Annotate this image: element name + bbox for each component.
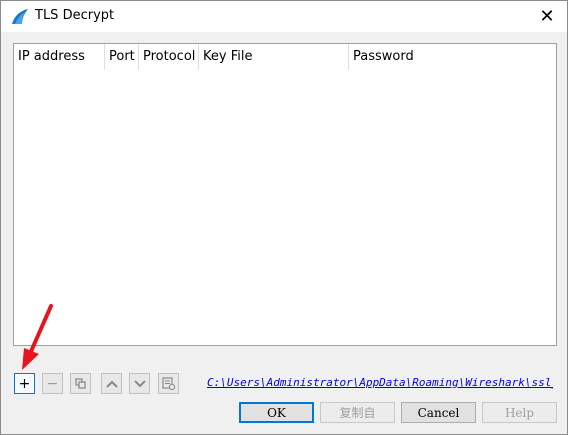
column-header-key-file[interactable]: Key File bbox=[199, 44, 349, 70]
close-button[interactable]: ✕ bbox=[536, 5, 558, 27]
close-icon: ✕ bbox=[539, 5, 555, 27]
remove-entry-button[interactable]: − bbox=[42, 373, 63, 394]
column-header-ip-address[interactable]: IP address bbox=[14, 44, 105, 70]
clear-list-button[interactable] bbox=[158, 373, 179, 394]
move-up-button[interactable] bbox=[101, 373, 122, 394]
window-title: TLS Decrypt bbox=[35, 8, 115, 23]
chevron-up-icon bbox=[105, 380, 118, 388]
column-header-protocol[interactable]: Protocol bbox=[139, 44, 199, 70]
tls-keys-table[interactable]: IP address Port Protocol Key File Passwo… bbox=[13, 43, 557, 346]
copy-from-button[interactable]: 复制自 bbox=[320, 402, 395, 423]
chevron-down-icon bbox=[133, 379, 146, 387]
copy-entry-button[interactable] bbox=[70, 373, 91, 394]
minus-icon: − bbox=[46, 375, 59, 392]
help-button[interactable]: Help bbox=[482, 402, 557, 423]
annotation-arrow bbox=[22, 304, 53, 370]
ok-button[interactable]: OK bbox=[239, 402, 314, 423]
plus-icon: + bbox=[18, 375, 31, 392]
clear-list-icon bbox=[162, 377, 175, 390]
copy-icon bbox=[75, 378, 86, 389]
move-down-button[interactable] bbox=[129, 373, 150, 394]
cancel-button[interactable]: Cancel bbox=[401, 402, 476, 423]
column-header-password[interactable]: Password bbox=[349, 44, 556, 70]
column-header-port[interactable]: Port bbox=[105, 44, 139, 70]
add-entry-button[interactable]: + bbox=[14, 373, 35, 394]
table-header: IP address Port Protocol Key File Passwo… bbox=[14, 44, 556, 70]
wireshark-fin-icon bbox=[12, 9, 28, 24]
title-bar: TLS Decrypt ✕ bbox=[1, 1, 567, 32]
tls-decrypt-dialog: TLS Decrypt ✕ IP address Port Protocol K… bbox=[0, 0, 568, 435]
key-file-path-link[interactable]: C:\Users\Administrator\AppData\Roaming\W… bbox=[207, 376, 553, 389]
